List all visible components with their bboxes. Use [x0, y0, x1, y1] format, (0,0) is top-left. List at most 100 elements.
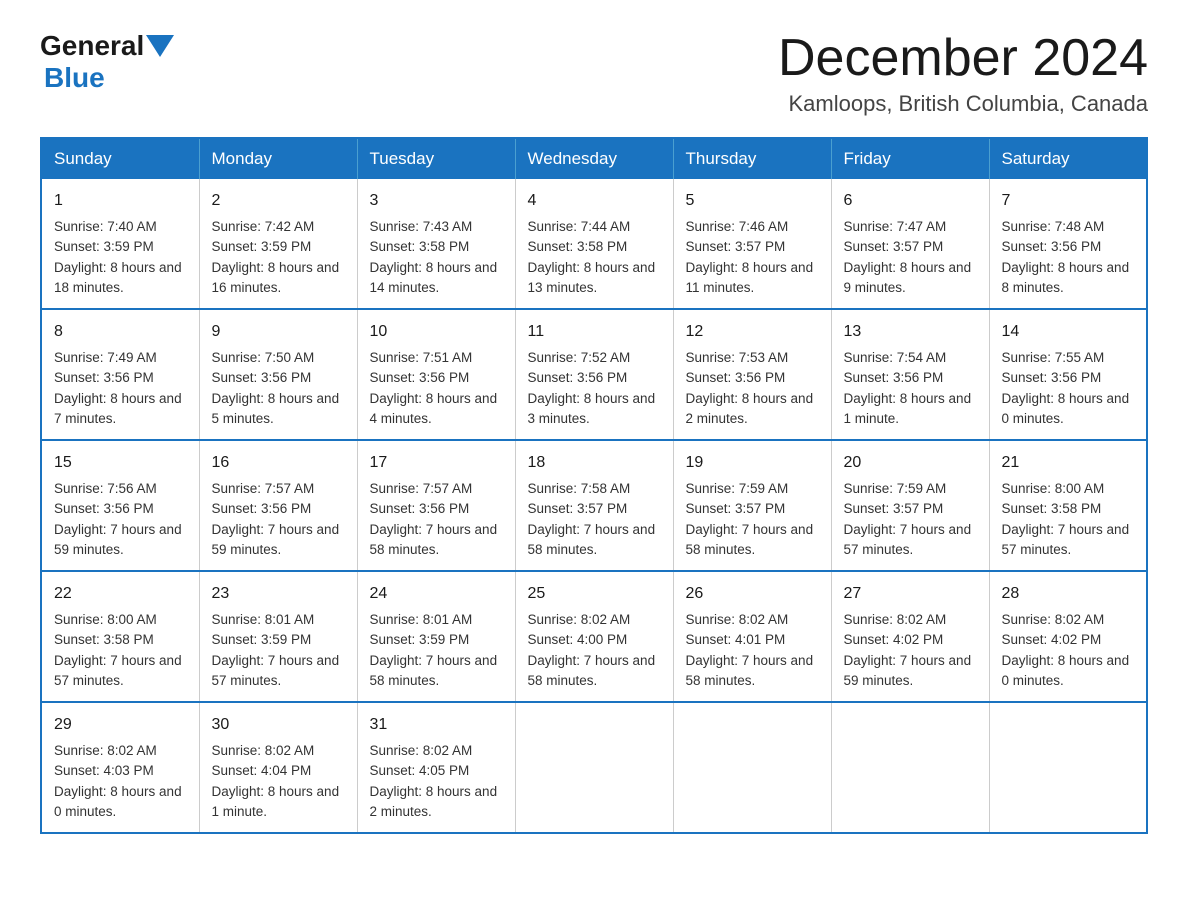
sunset-label: Sunset: 3:59 PM	[212, 239, 312, 254]
day-number: 30	[212, 713, 345, 737]
daylight-label: Daylight: 8 hours and 0 minutes.	[1002, 653, 1130, 688]
sunrise-label: Sunrise: 7:54 AM	[844, 350, 947, 365]
calendar-cell: 26 Sunrise: 8:02 AM Sunset: 4:01 PM Dayl…	[673, 571, 831, 702]
daylight-label: Daylight: 8 hours and 2 minutes.	[686, 391, 814, 426]
sunset-label: Sunset: 3:56 PM	[528, 370, 628, 385]
daylight-label: Daylight: 7 hours and 58 minutes.	[686, 653, 814, 688]
sunrise-label: Sunrise: 8:02 AM	[370, 743, 473, 758]
sunrise-label: Sunrise: 7:46 AM	[686, 219, 789, 234]
week-row-4: 22 Sunrise: 8:00 AM Sunset: 3:58 PM Dayl…	[41, 571, 1147, 702]
sunrise-label: Sunrise: 7:53 AM	[686, 350, 789, 365]
calendar-cell: 7 Sunrise: 7:48 AM Sunset: 3:56 PM Dayli…	[989, 179, 1147, 309]
calendar-cell: 1 Sunrise: 7:40 AM Sunset: 3:59 PM Dayli…	[41, 179, 199, 309]
daylight-label: Daylight: 8 hours and 16 minutes.	[212, 260, 340, 295]
sunrise-label: Sunrise: 7:50 AM	[212, 350, 315, 365]
sunset-label: Sunset: 3:56 PM	[212, 501, 312, 516]
calendar-cell: 11 Sunrise: 7:52 AM Sunset: 3:56 PM Dayl…	[515, 309, 673, 440]
sunset-label: Sunset: 3:56 PM	[370, 370, 470, 385]
daylight-label: Daylight: 7 hours and 57 minutes.	[1002, 522, 1130, 557]
sunrise-label: Sunrise: 7:52 AM	[528, 350, 631, 365]
calendar-cell: 17 Sunrise: 7:57 AM Sunset: 3:56 PM Dayl…	[357, 440, 515, 571]
day-number: 9	[212, 320, 345, 344]
day-number: 25	[528, 582, 661, 606]
day-number: 19	[686, 451, 819, 475]
daylight-label: Daylight: 8 hours and 3 minutes.	[528, 391, 656, 426]
daylight-label: Daylight: 8 hours and 8 minutes.	[1002, 260, 1130, 295]
week-row-5: 29 Sunrise: 8:02 AM Sunset: 4:03 PM Dayl…	[41, 702, 1147, 833]
calendar-cell: 6 Sunrise: 7:47 AM Sunset: 3:57 PM Dayli…	[831, 179, 989, 309]
calendar-cell	[673, 702, 831, 833]
sunrise-label: Sunrise: 8:01 AM	[370, 612, 473, 627]
sunset-label: Sunset: 3:58 PM	[54, 632, 154, 647]
sunset-label: Sunset: 3:56 PM	[54, 501, 154, 516]
daylight-label: Daylight: 7 hours and 59 minutes.	[212, 522, 340, 557]
daylight-label: Daylight: 8 hours and 13 minutes.	[528, 260, 656, 295]
sunrise-label: Sunrise: 7:58 AM	[528, 481, 631, 496]
weekday-header-friday: Friday	[831, 138, 989, 179]
sunset-label: Sunset: 4:03 PM	[54, 763, 154, 778]
day-number: 24	[370, 582, 503, 606]
day-number: 4	[528, 189, 661, 213]
calendar-cell: 22 Sunrise: 8:00 AM Sunset: 3:58 PM Dayl…	[41, 571, 199, 702]
sunset-label: Sunset: 3:56 PM	[844, 370, 944, 385]
calendar-cell: 19 Sunrise: 7:59 AM Sunset: 3:57 PM Dayl…	[673, 440, 831, 571]
day-number: 16	[212, 451, 345, 475]
day-number: 3	[370, 189, 503, 213]
sunrise-label: Sunrise: 7:59 AM	[686, 481, 789, 496]
sunrise-label: Sunrise: 8:02 AM	[212, 743, 315, 758]
day-number: 6	[844, 189, 977, 213]
calendar-cell: 20 Sunrise: 7:59 AM Sunset: 3:57 PM Dayl…	[831, 440, 989, 571]
day-number: 15	[54, 451, 187, 475]
sunrise-label: Sunrise: 7:47 AM	[844, 219, 947, 234]
daylight-label: Daylight: 7 hours and 58 minutes.	[528, 653, 656, 688]
daylight-label: Daylight: 8 hours and 4 minutes.	[370, 391, 498, 426]
sunrise-label: Sunrise: 7:57 AM	[370, 481, 473, 496]
day-number: 23	[212, 582, 345, 606]
calendar-cell: 29 Sunrise: 8:02 AM Sunset: 4:03 PM Dayl…	[41, 702, 199, 833]
day-number: 12	[686, 320, 819, 344]
sunset-label: Sunset: 3:56 PM	[54, 370, 154, 385]
calendar-cell: 4 Sunrise: 7:44 AM Sunset: 3:58 PM Dayli…	[515, 179, 673, 309]
sunset-label: Sunset: 3:56 PM	[370, 501, 470, 516]
daylight-label: Daylight: 8 hours and 9 minutes.	[844, 260, 972, 295]
daylight-label: Daylight: 8 hours and 1 minute.	[212, 784, 340, 819]
sunset-label: Sunset: 3:57 PM	[686, 239, 786, 254]
calendar-cell	[831, 702, 989, 833]
weekday-header-row: SundayMondayTuesdayWednesdayThursdayFrid…	[41, 138, 1147, 179]
week-row-2: 8 Sunrise: 7:49 AM Sunset: 3:56 PM Dayli…	[41, 309, 1147, 440]
sunset-label: Sunset: 4:01 PM	[686, 632, 786, 647]
sunset-label: Sunset: 3:59 PM	[54, 239, 154, 254]
daylight-label: Daylight: 8 hours and 14 minutes.	[370, 260, 498, 295]
day-number: 20	[844, 451, 977, 475]
calendar-cell: 18 Sunrise: 7:58 AM Sunset: 3:57 PM Dayl…	[515, 440, 673, 571]
daylight-label: Daylight: 8 hours and 18 minutes.	[54, 260, 182, 295]
sunset-label: Sunset: 4:00 PM	[528, 632, 628, 647]
sunrise-label: Sunrise: 8:02 AM	[686, 612, 789, 627]
calendar-cell: 24 Sunrise: 8:01 AM Sunset: 3:59 PM Dayl…	[357, 571, 515, 702]
day-number: 22	[54, 582, 187, 606]
calendar-cell	[989, 702, 1147, 833]
sunrise-label: Sunrise: 7:49 AM	[54, 350, 157, 365]
calendar-cell	[515, 702, 673, 833]
day-number: 17	[370, 451, 503, 475]
calendar-cell: 13 Sunrise: 7:54 AM Sunset: 3:56 PM Dayl…	[831, 309, 989, 440]
daylight-label: Daylight: 8 hours and 7 minutes.	[54, 391, 182, 426]
day-number: 8	[54, 320, 187, 344]
sunset-label: Sunset: 3:57 PM	[844, 501, 944, 516]
day-number: 21	[1002, 451, 1135, 475]
sunrise-label: Sunrise: 7:43 AM	[370, 219, 473, 234]
calendar-cell: 2 Sunrise: 7:42 AM Sunset: 3:59 PM Dayli…	[199, 179, 357, 309]
daylight-label: Daylight: 8 hours and 0 minutes.	[54, 784, 182, 819]
sunrise-label: Sunrise: 8:02 AM	[54, 743, 157, 758]
calendar-cell: 23 Sunrise: 8:01 AM Sunset: 3:59 PM Dayl…	[199, 571, 357, 702]
sunset-label: Sunset: 3:59 PM	[212, 632, 312, 647]
daylight-label: Daylight: 7 hours and 58 minutes.	[370, 653, 498, 688]
month-title: December 2024	[778, 30, 1148, 87]
day-number: 5	[686, 189, 819, 213]
logo-triangle-icon	[146, 35, 174, 57]
day-number: 2	[212, 189, 345, 213]
sunset-label: Sunset: 4:02 PM	[1002, 632, 1102, 647]
day-number: 18	[528, 451, 661, 475]
sunset-label: Sunset: 3:56 PM	[212, 370, 312, 385]
calendar-cell: 27 Sunrise: 8:02 AM Sunset: 4:02 PM Dayl…	[831, 571, 989, 702]
